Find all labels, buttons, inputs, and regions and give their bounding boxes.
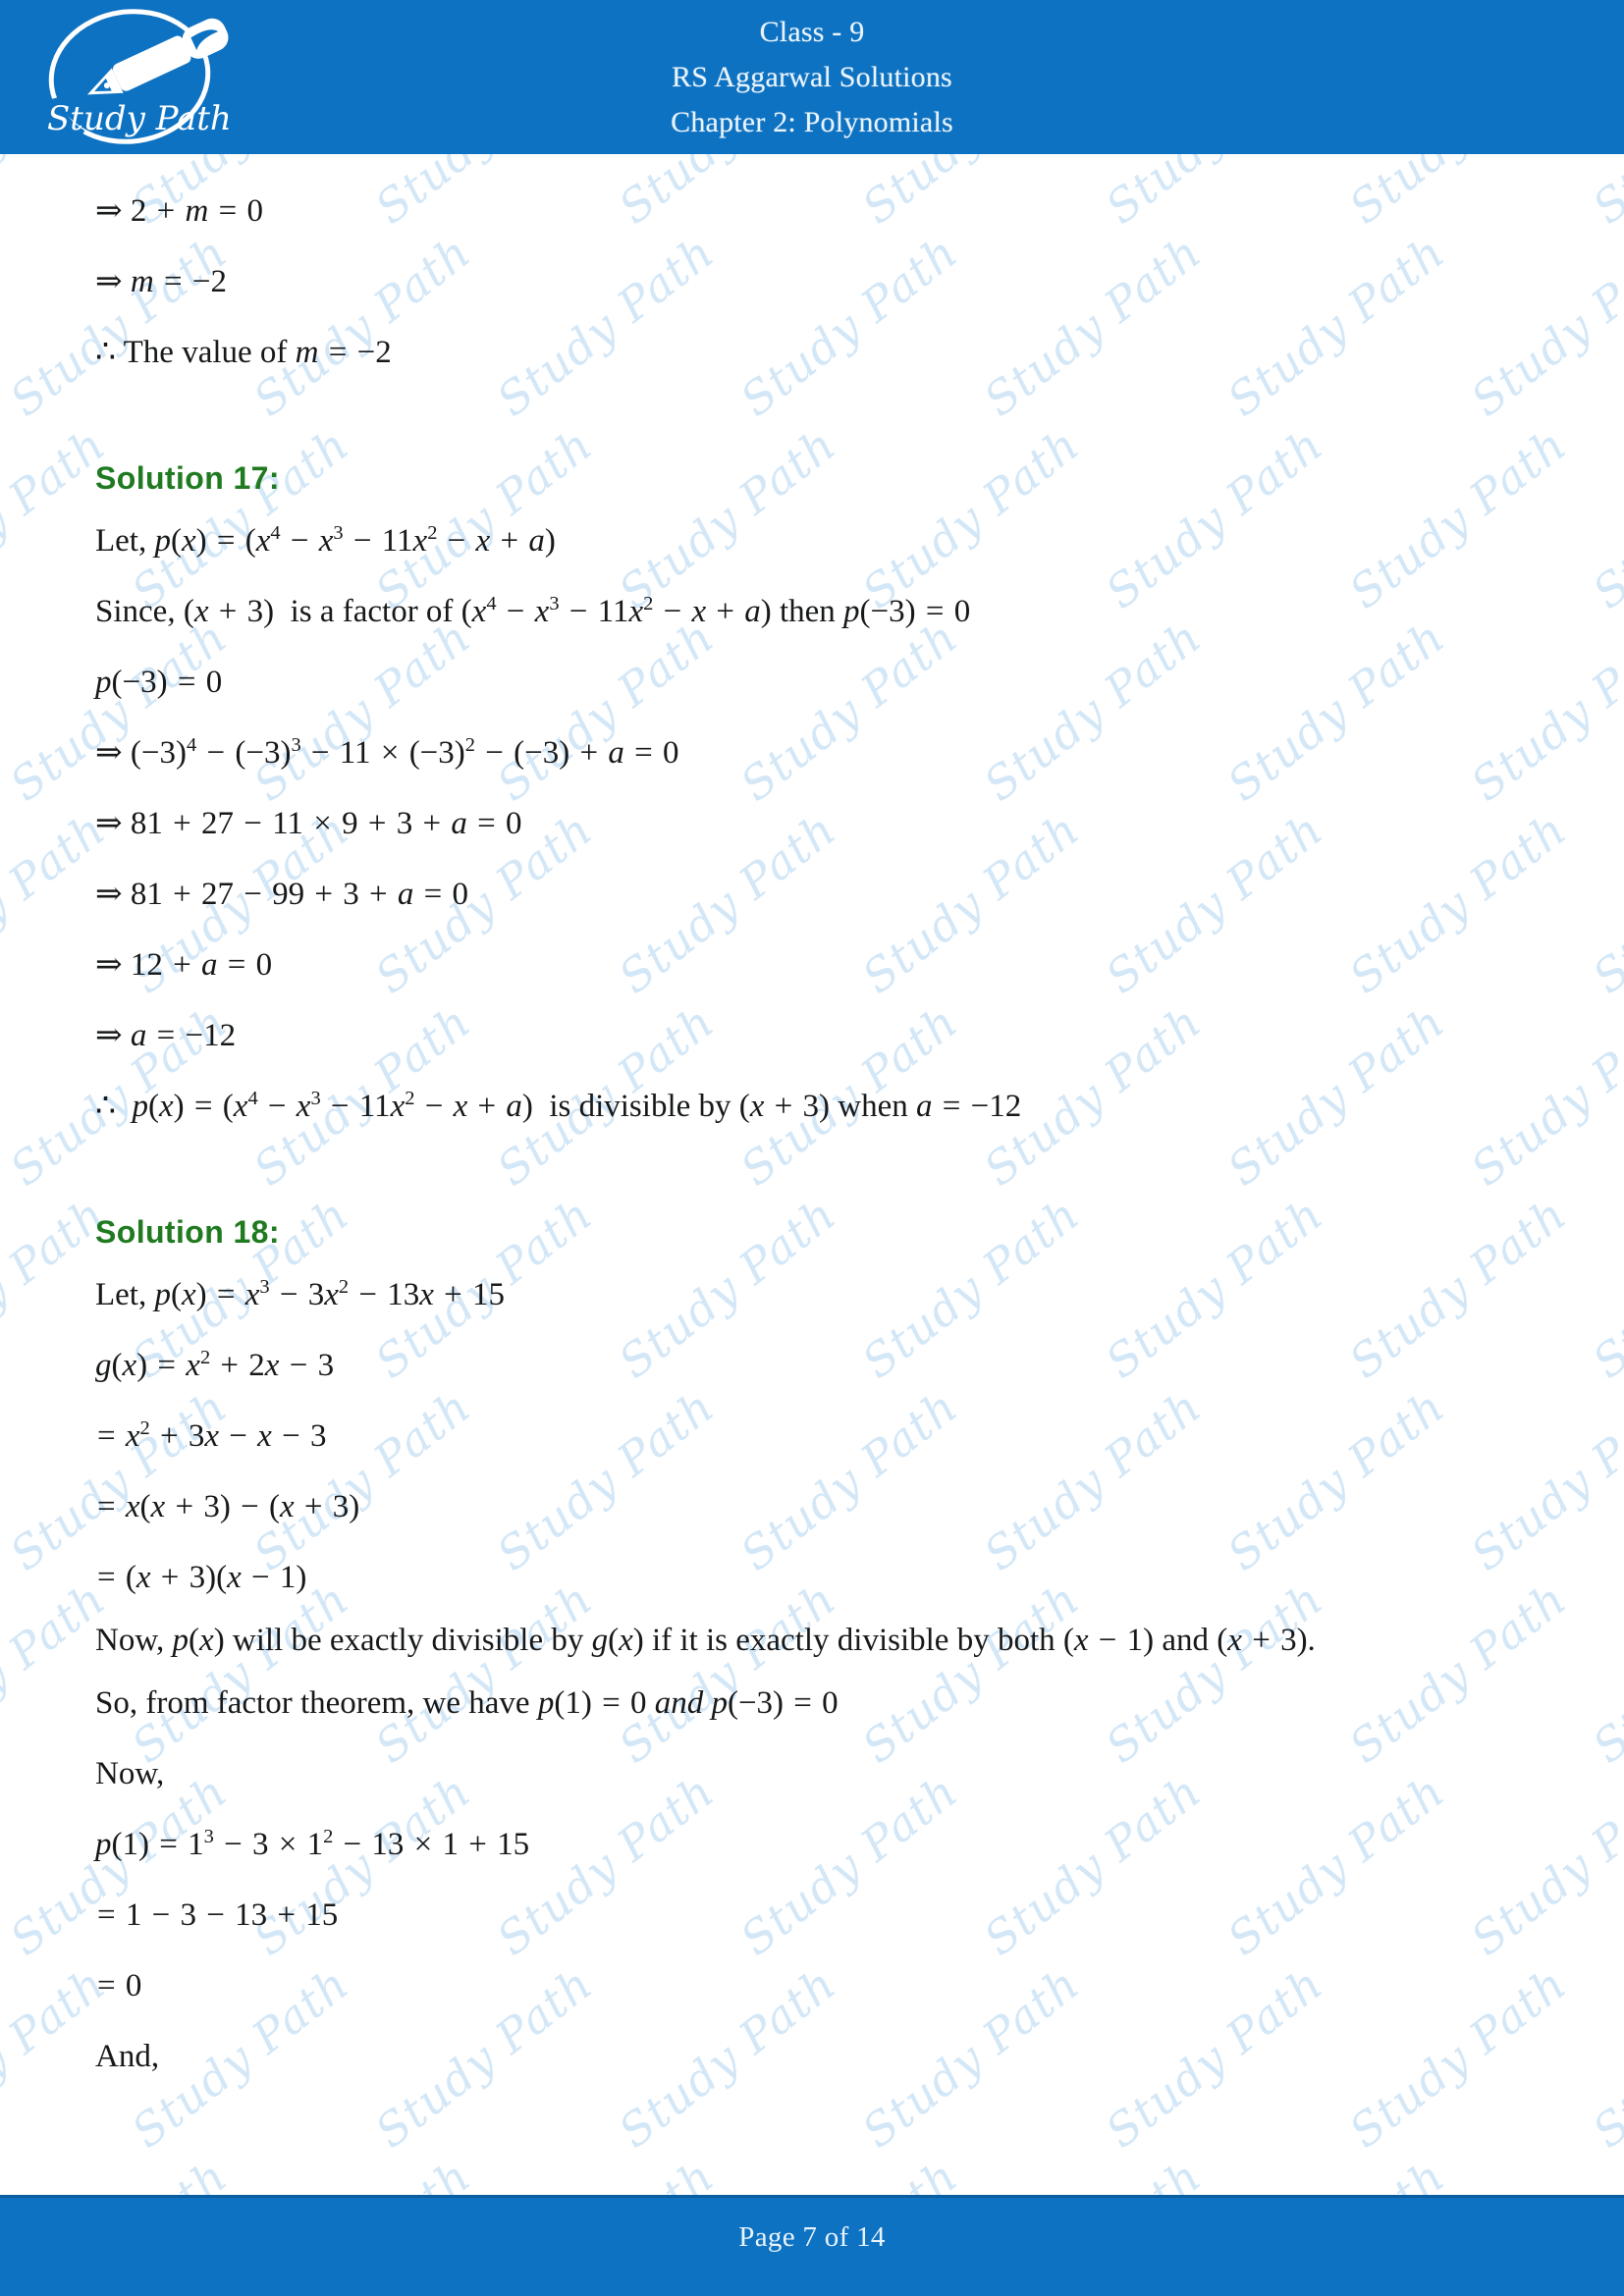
header-chapter-line: Chapter 2: Polynomials xyxy=(671,106,953,138)
header-class-line: Class - 9 xyxy=(759,16,865,48)
s17-since-factor: Since, (x + 3) is a factor of (x4 − x3 −… xyxy=(95,593,971,629)
header-book-line: RS Aggarwal Solutions xyxy=(672,61,952,93)
s17-a-equals: ⇒ a = −12 xyxy=(95,1018,237,1053)
s17-conclusion: ∴ p(x) = (x4 − x3 − 11x2 − x + a) is div… xyxy=(95,1088,1022,1124)
s17-substitute: ⇒ (−3)4 − (−3)3 − 11 × (−3)2 − (−3) + a … xyxy=(95,734,679,771)
s18-and-label: And, xyxy=(95,2039,160,2074)
page-number-label: Page 7 of 14 xyxy=(738,2221,886,2253)
document-body: ⇒ 2 + m = 0 ⇒ m = −2 ∴ The value of m = −2… xyxy=(0,154,1624,2195)
s17-step-12: ⇒ 12 + a = 0 xyxy=(95,947,273,983)
equation-m-equals-minus-2: ⇒ m = −2 xyxy=(95,264,227,299)
s18-split-middle: = x2 + 3x − x − 3 xyxy=(97,1417,327,1454)
spacer-before-solution-18 xyxy=(95,1142,1516,1204)
s18-group: = x(x + 3) − (x + 3) xyxy=(97,1489,360,1524)
s18-factored: = (x + 3)(x − 1) xyxy=(97,1560,307,1595)
solution-17-heading: Solution 17: xyxy=(95,460,280,496)
s17-p-minus-3: p(−3) = 0 xyxy=(95,665,223,700)
s18-factor-theorem: So, from factor theorem, we have p(1) = … xyxy=(95,1685,839,1721)
s18-p1-expand: p(1) = 13 − 3 × 12 − 13 × 1 + 15 xyxy=(95,1826,530,1862)
s18-gx: g(x) = x2 + 2x − 3 xyxy=(95,1347,335,1383)
s18-p1-result: = 0 xyxy=(97,1968,142,2003)
header-title-group: Class - 9 RS Aggarwal Solutions Chapter … xyxy=(0,0,1624,154)
s18-let-px: Let, p(x) = x3 − 3x2 − 13x + 15 xyxy=(95,1276,506,1312)
s17-step-99: ⇒ 81 + 27 − 99 + 3 + a = 0 xyxy=(95,877,469,912)
page-header: Study Path Class - 9 RS Aggarwal Solutio… xyxy=(0,0,1624,154)
s18-p1-simplify: = 1 − 3 − 13 + 15 xyxy=(97,1897,339,1933)
solution-18-heading: Solution 18: xyxy=(95,1214,280,1250)
spacer-before-solution-17 xyxy=(95,388,1516,451)
page-footer: Page 7 of 14 xyxy=(0,2195,1624,2296)
s18-now-label: Now, xyxy=(95,1756,165,1791)
s17-step-81-27: ⇒ 81 + 27 − 11 × 9 + 3 + a = 0 xyxy=(95,806,522,841)
equation-2-plus-m: ⇒ 2 + m = 0 xyxy=(95,193,263,229)
s17-let-px: Let, p(x) = (x4 − x3 − 11x2 − x + a) xyxy=(95,522,556,559)
s18-divisibility-statement: Now, p(x) will be exactly divisible by g… xyxy=(95,1623,1316,1658)
conclusion-value-of-m: ∴ The value of m = −2 xyxy=(95,335,392,370)
